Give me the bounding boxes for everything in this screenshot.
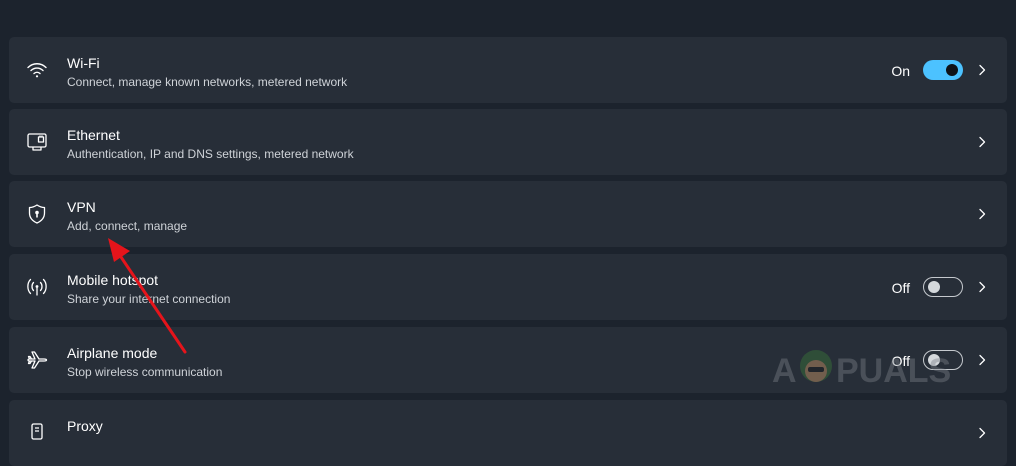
mobile-hotspot-subtitle: Share your internet connection [67,292,231,306]
wifi-title: Wi-Fi [67,55,100,71]
toggle-knob [928,281,940,293]
ethernet-card[interactable]: Ethernet Authentication, IP and DNS sett… [9,109,1007,175]
chevron-right-icon [976,427,988,439]
airplane-mode-title: Airplane mode [67,345,158,361]
chevron-right-icon [976,354,988,366]
airplane-mode-subtitle: Stop wireless communication [67,365,223,379]
wifi-icon [26,59,48,81]
toggle-knob [928,354,940,366]
vpn-shield-icon [26,203,48,225]
proxy-icon [26,422,48,444]
hotspot-icon [26,276,48,298]
ethernet-title: Ethernet [67,127,120,143]
ethernet-icon [26,131,48,153]
mobile-hotspot-card[interactable]: Mobile hotspot Share your internet conne… [9,254,1007,320]
mobile-hotspot-title: Mobile hotspot [67,272,159,288]
ethernet-subtitle: Authentication, IP and DNS settings, met… [67,147,354,161]
network-settings-list: Wi-Fi Connect, manage known networks, me… [0,0,1016,466]
airplane-mode-toggle[interactable] [923,350,963,370]
proxy-title: Proxy [67,418,103,434]
chevron-right-icon [976,208,988,220]
proxy-card[interactable]: Proxy [9,400,1007,466]
vpn-subtitle: Add, connect, manage [67,219,188,233]
wifi-card[interactable]: Wi-Fi Connect, manage known networks, me… [9,37,1007,103]
wifi-subtitle: Connect, manage known networks, metered … [67,75,348,89]
wifi-state-label: On [891,63,910,79]
wifi-toggle[interactable] [923,60,963,80]
vpn-card[interactable]: VPN Add, connect, manage [9,181,1007,247]
airplane-mode-state-label: Off [891,353,910,369]
airplane-mode-card[interactable]: Airplane mode Stop wireless communicatio… [9,327,1007,393]
chevron-right-icon [976,136,988,148]
vpn-title: VPN [67,199,96,215]
mobile-hotspot-toggle[interactable] [923,277,963,297]
chevron-right-icon [976,64,988,76]
toggle-knob [946,64,958,76]
airplane-icon [26,349,48,371]
chevron-right-icon [976,281,988,293]
mobile-hotspot-state-label: Off [891,280,910,296]
